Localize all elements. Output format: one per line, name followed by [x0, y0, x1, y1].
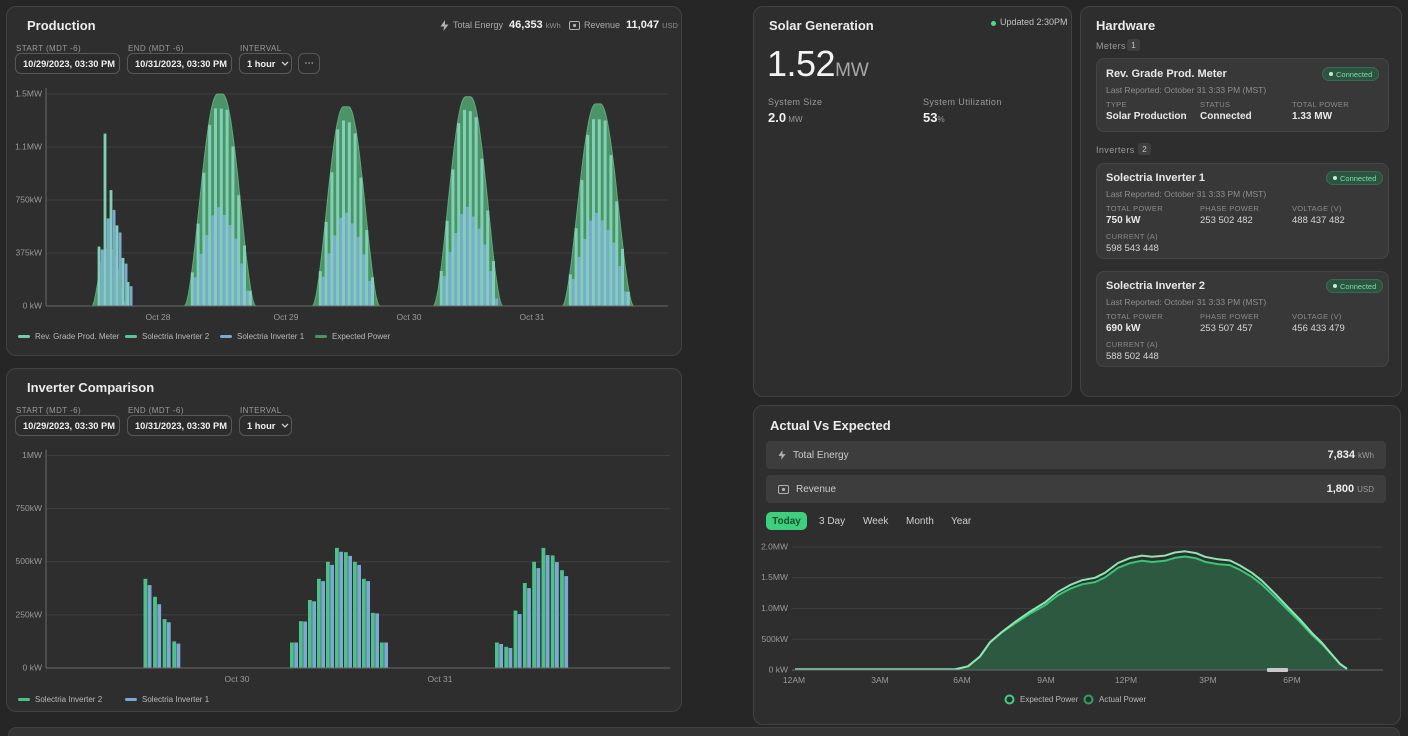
svg-text:3PM: 3PM: [1199, 675, 1216, 685]
svg-text:0 kW: 0 kW: [769, 665, 788, 675]
svg-text:9AM: 9AM: [1037, 675, 1054, 685]
svg-text:500kW: 500kW: [16, 556, 42, 566]
svg-text:6PM: 6PM: [1283, 675, 1300, 685]
svg-text:1.0MW: 1.0MW: [761, 603, 788, 613]
svg-text:Oct 30: Oct 30: [396, 312, 421, 322]
svg-text:1.5MW: 1.5MW: [15, 89, 42, 99]
svg-text:750kW: 750kW: [16, 195, 42, 205]
svg-text:250kW: 250kW: [16, 609, 42, 619]
svg-text:1.1MW: 1.1MW: [15, 142, 42, 152]
svg-text:Oct 28: Oct 28: [145, 312, 170, 322]
svg-text:375kW: 375kW: [16, 248, 42, 258]
svg-text:750kW: 750kW: [16, 503, 42, 513]
svg-text:500kW: 500kW: [762, 634, 788, 644]
svg-text:1.5MW: 1.5MW: [761, 572, 788, 582]
svg-text:0 kW: 0 kW: [23, 301, 42, 311]
svg-text:0 kW: 0 kW: [23, 663, 42, 673]
svg-text:Oct 31: Oct 31: [519, 312, 544, 322]
svg-text:3AM: 3AM: [871, 675, 888, 685]
svg-text:1MW: 1MW: [22, 450, 42, 460]
svg-text:12AM: 12AM: [783, 675, 805, 685]
svg-text:Oct 30: Oct 30: [224, 674, 249, 684]
svg-text:12PM: 12PM: [1115, 675, 1137, 685]
svg-text:2.0MW: 2.0MW: [761, 542, 788, 552]
svg-text:6AM: 6AM: [953, 675, 970, 685]
svg-text:Oct 31: Oct 31: [427, 674, 452, 684]
svg-text:Oct 29: Oct 29: [273, 312, 298, 322]
